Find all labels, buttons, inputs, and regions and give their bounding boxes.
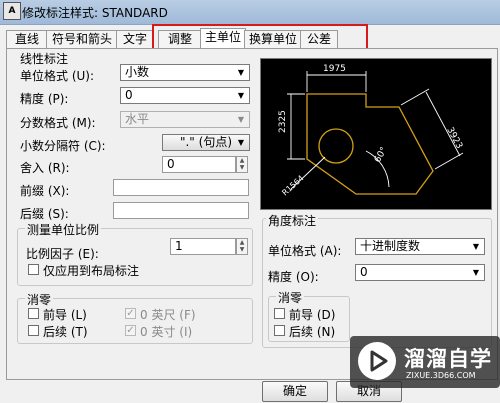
fraction-format-value: 水平 <box>125 112 150 126</box>
trailing-label: 后续 (T) <box>43 325 88 339</box>
watermark-url: ZIXUE.3D66.COM <box>406 371 476 380</box>
angular-zero-title: 消零 <box>276 289 305 306</box>
angular-leading-label: 前导 (D) <box>289 308 336 322</box>
tab-lines[interactable]: 直线 <box>6 30 48 48</box>
dim-right-text: 3923 <box>444 126 464 151</box>
fraction-format-label: 分数格式 (M): <box>20 116 96 130</box>
preview-pane: 1975 2325 3923 60° R1564 <box>260 58 492 210</box>
unit-format-select[interactable]: 小数 ▼ <box>120 64 250 81</box>
app-icon: A <box>3 2 21 20</box>
feet-label: 0 英尺 (F) <box>140 308 196 322</box>
watermark-text: 溜溜自学 <box>404 347 492 371</box>
decimal-separator-value: "." (句点) <box>179 135 233 149</box>
layout-only-checkbox[interactable] <box>28 264 39 275</box>
angular-precision-value: 0 <box>360 265 368 279</box>
chevron-down-icon: ▼ <box>237 138 245 147</box>
tab-text[interactable]: 文字 <box>116 30 154 48</box>
trailing-checkbox[interactable] <box>28 325 39 336</box>
chevron-down-icon: ▼ <box>237 91 245 100</box>
inches-checkbox[interactable]: ✓ <box>125 325 136 336</box>
play-logo-graphic <box>370 350 388 372</box>
spin-up-icon[interactable]: ▲ <box>237 157 247 164</box>
layout-only-label: 仅应用到布局标注 <box>43 264 140 278</box>
unit-format-value: 小数 <box>125 65 150 79</box>
round-input[interactable]: 0 <box>162 156 236 173</box>
linear-title: 线性标注 <box>20 52 69 66</box>
dim-top-text: 1975 <box>323 64 346 74</box>
preview-dimensions <box>287 71 464 190</box>
scale-factor-input[interactable]: 1 <box>170 238 236 255</box>
dialog-window: A 修改标注样式: STANDARD 直线 符号和箭头 文字 调整 主单位 换算… <box>0 0 500 403</box>
angular-unit-format-label: 单位格式 (A): <box>268 244 342 258</box>
play-logo-icon <box>358 342 396 380</box>
chevron-down-icon: ▼ <box>472 268 480 277</box>
scale-title: 测量单位比例 <box>25 221 102 238</box>
fraction-format-select[interactable]: 水平 ▼ <box>120 111 250 128</box>
angular-precision-select[interactable]: 0 ▼ <box>355 264 485 281</box>
decimal-separator-select[interactable]: "." (句点) ▼ <box>162 134 250 151</box>
decimal-separator-label: 小数分隔符 (C): <box>20 139 106 153</box>
dim-angle-text: 60° <box>373 146 390 165</box>
suffix-label: 后缀 (S): <box>20 207 69 221</box>
chevron-down-icon: ▼ <box>237 115 245 124</box>
tab-symbols-arrows[interactable]: 符号和箭头 <box>46 30 118 48</box>
unit-format-label: 单位格式 (U): <box>20 69 95 83</box>
title-bar[interactable]: A 修改标注样式: STANDARD <box>0 0 500 25</box>
angular-precision-label: 精度 (O): <box>268 270 319 284</box>
round-label: 舍入 (R): <box>20 161 70 175</box>
leading-checkbox[interactable] <box>28 308 39 319</box>
inches-label: 0 英寸 (I) <box>140 325 193 339</box>
angular-unit-format-value: 十进制度数 <box>360 239 421 253</box>
angular-unit-format-select[interactable]: 十进制度数 ▼ <box>355 238 485 255</box>
window-title: 修改标注样式: STANDARD <box>22 6 168 20</box>
suffix-input[interactable] <box>113 202 249 219</box>
precision-select[interactable]: 0 ▼ <box>120 87 250 104</box>
angular-trailing-label: 后续 (N) <box>289 325 336 339</box>
scale-factor-label: 比例因子 (E): <box>26 247 99 261</box>
chevron-down-icon: ▼ <box>472 242 480 251</box>
prefix-label: 前缀 (X): <box>20 184 70 198</box>
angular-trailing-checkbox[interactable] <box>274 325 285 336</box>
dim-left-text: 2325 <box>278 110 288 133</box>
spin-down-icon[interactable]: ▼ <box>237 246 247 253</box>
spin-up-icon[interactable]: ▲ <box>237 239 247 246</box>
feet-checkbox[interactable]: ✓ <box>125 308 136 319</box>
leading-label: 前导 (L) <box>43 308 87 322</box>
chevron-down-icon: ▼ <box>237 68 245 77</box>
spin-down-icon[interactable]: ▼ <box>237 164 247 171</box>
prefix-input[interactable] <box>113 179 249 196</box>
angular-leading-checkbox[interactable] <box>274 308 285 319</box>
precision-value: 0 <box>125 88 133 102</box>
preview-geometry <box>306 93 434 195</box>
precision-label: 精度 (P): <box>20 92 69 106</box>
ok-button[interactable]: 确定 <box>262 381 328 402</box>
preview-drawing: 1975 2325 3923 60° R1564 <box>278 64 464 197</box>
dim-radius-text: R1564 <box>280 173 305 197</box>
watermark-overlay: 溜溜自学 ZIXUE.3D66.COM <box>350 336 500 388</box>
round-spinner[interactable]: ▲ ▼ <box>236 156 248 173</box>
scale-factor-spinner[interactable]: ▲ ▼ <box>236 238 248 255</box>
angular-title: 角度标注 <box>266 212 319 229</box>
